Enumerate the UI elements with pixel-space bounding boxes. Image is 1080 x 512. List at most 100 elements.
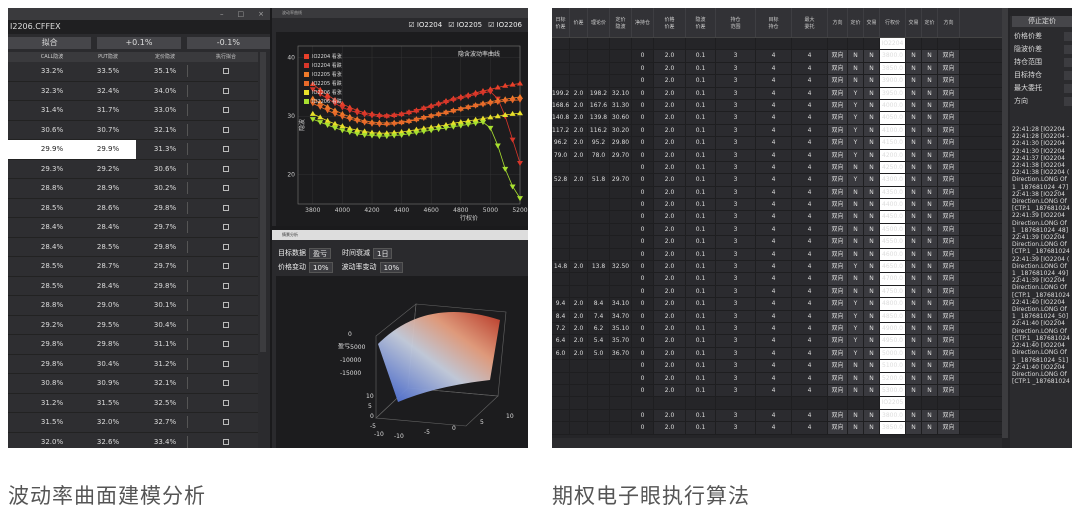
trading-toggle[interactable]: N [864, 124, 880, 137]
trading-toggle[interactable]: N [864, 186, 880, 199]
pricing-toggle[interactable]: Y [848, 137, 864, 149]
price-spread-input[interactable]: 2.0 [654, 50, 686, 62]
position-range-input[interactable]: 3 [716, 310, 756, 322]
trading-toggle[interactable]: N [906, 422, 922, 434]
pricing-toggle[interactable]: N [922, 409, 938, 422]
pricing-iv-cell[interactable]: 30.4% [136, 315, 194, 334]
pricing-iv-cell[interactable]: 32.1% [136, 374, 194, 393]
position-range-input[interactable]: 3 [716, 422, 756, 434]
iv-spread-input[interactable]: 0.1 [686, 186, 716, 199]
checkbox-icon[interactable] [223, 68, 229, 74]
max-order-input[interactable]: 4 [792, 409, 828, 422]
direction-select[interactable]: 双向 [828, 75, 848, 87]
spinner-icon[interactable] [187, 201, 192, 214]
trading-toggle[interactable]: N [864, 112, 880, 124]
price-spread-input[interactable]: 2.0 [654, 372, 686, 384]
pricing-toggle[interactable]: N [922, 62, 938, 75]
direction-select[interactable]: 双向 [828, 335, 848, 347]
pricing-toggle[interactable]: Y [848, 310, 864, 322]
table-row[interactable]: 28.5% 28.6% 29.8% [8, 198, 258, 218]
checkbox-icon[interactable] [223, 360, 229, 367]
position-range-input[interactable]: 3 [716, 50, 756, 62]
table-row[interactable]: 31.5% 32.0% 32.7% [8, 413, 258, 433]
fit-checkbox-cell[interactable] [194, 354, 258, 373]
direction-select[interactable]: 双向 [828, 236, 848, 248]
trading-toggle[interactable]: N [864, 211, 880, 223]
stop-pricing-button[interactable]: 停止定价 [1012, 16, 1072, 27]
table-row[interactable]: IO2204 [552, 38, 1002, 51]
pricing-iv-cell[interactable]: 34.0% [136, 81, 194, 100]
position-range-input[interactable]: 3 [716, 99, 756, 112]
trading-toggle[interactable]: N [864, 174, 880, 186]
target-position-input[interactable]: 4 [756, 124, 792, 137]
pricing-toggle[interactable]: N [922, 75, 938, 87]
pricing-toggle[interactable]: N [848, 161, 864, 174]
trading-toggle[interactable]: N [906, 273, 922, 285]
price-spread-input[interactable]: 2.0 [654, 174, 686, 186]
price-spread-input[interactable]: 2.0 [654, 161, 686, 174]
trading-toggle[interactable]: N [864, 199, 880, 211]
pricing-toggle[interactable]: N [922, 310, 938, 322]
direction-select[interactable]: 双向 [938, 261, 960, 273]
trading-toggle[interactable]: N [864, 62, 880, 75]
spinner-icon[interactable] [187, 240, 192, 253]
position-range-input[interactable]: 3 [716, 186, 756, 199]
table-row[interactable]: 0 2.0 0.1 3 4 4 双向 N N 4350.0 N N 双向 [552, 186, 1002, 200]
iv-spread-input[interactable]: 0.1 [686, 211, 716, 223]
table-row[interactable]: 30.6% 30.7% 32.1% [8, 120, 258, 140]
direction-select[interactable]: 双向 [938, 422, 960, 434]
pricing-toggle[interactable]: N [922, 422, 938, 434]
table-row[interactable]: 0 2.0 0.1 3 4 4 双向 N N 3850.0 N N 双向 [552, 422, 1002, 435]
direction-select[interactable]: 双向 [938, 310, 960, 322]
max-order-input[interactable]: 4 [792, 322, 828, 335]
direction-select[interactable]: 双向 [828, 422, 848, 434]
target-position-input[interactable]: 4 [756, 384, 792, 397]
trading-toggle[interactable]: N [864, 409, 880, 422]
max-order-input[interactable]: 4 [792, 347, 828, 360]
pricing-iv-cell[interactable]: 33.0% [136, 101, 194, 120]
position-range-input[interactable]: 3 [716, 273, 756, 285]
target-position-input[interactable]: 4 [756, 248, 792, 261]
table-row[interactable]: 0 2.0 0.1 3 4 4 双向 N N 4750.0 N N 双向 [552, 285, 1002, 299]
pricing-toggle[interactable]: Y [848, 99, 864, 112]
price-spread-input[interactable]: 2.0 [654, 87, 686, 99]
spinner-icon[interactable] [187, 260, 192, 272]
max-order-input[interactable]: 4 [792, 124, 828, 137]
direction-select[interactable]: 双向 [938, 62, 960, 75]
table-row[interactable]: 168.6 2.0 167.6 31.30 0 2.0 0.1 3 4 4 双向 Y N 4000.0 N N… [552, 99, 1002, 113]
trading-toggle[interactable]: N [906, 285, 922, 298]
trading-toggle[interactable]: N [864, 285, 880, 298]
pricing-toggle[interactable]: N [922, 112, 938, 124]
direction-select[interactable]: 双向 [938, 124, 960, 137]
pricing-toggle[interactable]: Y [848, 335, 864, 347]
price-spread-input[interactable]: 2.0 [654, 248, 686, 261]
trading-toggle[interactable]: N [864, 273, 880, 285]
trading-toggle[interactable]: N [864, 87, 880, 99]
spinner-icon[interactable] [187, 162, 192, 175]
close-icon[interactable]: × [258, 10, 264, 18]
table-row[interactable]: 0 2.0 0.1 3 4 4 双向 N N 4600.0 N N 双向 [552, 248, 1002, 262]
spinner-icon[interactable] [187, 65, 192, 77]
pricing-iv-cell[interactable]: 31.2% [136, 354, 194, 373]
trading-toggle[interactable]: N [906, 261, 922, 273]
position-range-input[interactable]: 3 [716, 223, 756, 236]
max-order-input[interactable]: 4 [792, 335, 828, 347]
target-position-input[interactable]: 4 [756, 199, 792, 211]
fit-checkbox-cell[interactable] [194, 198, 258, 217]
table-row[interactable]: 6.4 2.0 5.4 35.70 0 2.0 0.1 3 4 4 双向 Y N 4950.0 N N 双向 [552, 335, 1002, 348]
target-position-input[interactable]: 4 [756, 310, 792, 322]
position-range-input[interactable]: 3 [716, 161, 756, 174]
trading-toggle[interactable]: N [864, 223, 880, 236]
table-row[interactable]: 29.9% 29.9% 31.3% [8, 140, 258, 160]
pricing-toggle[interactable]: N [922, 199, 938, 211]
table-row[interactable]: 6.0 2.0 5.0 36.70 0 2.0 0.1 3 4 4 双向 Y N 5000.0 N N 双向 [552, 347, 1002, 361]
table-row[interactable]: 32.0% 32.6% 33.4% [8, 432, 258, 448]
direction-select[interactable]: 双向 [938, 248, 960, 261]
position-range-input[interactable]: 3 [716, 261, 756, 273]
checkbox-icon[interactable] [223, 146, 229, 152]
pricing-toggle[interactable]: Y [848, 261, 864, 273]
position-range-input[interactable]: 3 [716, 112, 756, 124]
pricing-toggle[interactable]: N [848, 360, 864, 372]
trading-toggle[interactable]: N [906, 112, 922, 124]
pricing-toggle[interactable]: N [848, 236, 864, 248]
